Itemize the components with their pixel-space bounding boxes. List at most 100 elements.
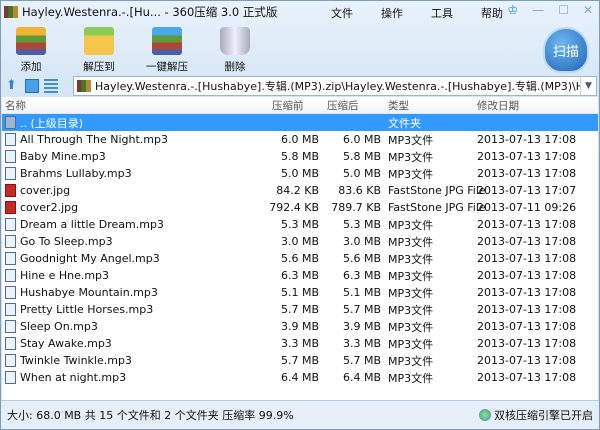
file-packed-size: 5.3 MB xyxy=(342,218,381,231)
file-packed-size: 5.6 MB xyxy=(342,252,381,265)
extract-to-button[interactable]: 解压到 xyxy=(73,27,125,74)
file-name: Stay Awake.mp3 xyxy=(20,337,112,350)
file-name: All Through The Night.mp3 xyxy=(20,133,168,146)
file-row[interactable]: Go To Sleep.mp3 3.0 MB 3.0 MB MP3文件 2013… xyxy=(2,233,598,250)
file-size: 5.7 MB xyxy=(280,303,319,316)
file-type: MP3文件 xyxy=(388,286,434,300)
file-name: Dream a little Dream.mp3 xyxy=(20,218,164,231)
file-date: 2013-07-11 09:26 xyxy=(477,201,577,214)
file-type: MP3文件 xyxy=(388,354,434,368)
file-name: Brahms Lullaby.mp3 xyxy=(20,167,132,180)
file-type: MP3文件 xyxy=(388,218,434,232)
extract-icon xyxy=(152,27,182,55)
file-date: 2013-07-13 17:08 xyxy=(477,167,577,180)
file-date: 2013-07-13 17:08 xyxy=(477,371,577,384)
file-name: Hushabye Mountain.mp3 xyxy=(20,286,158,299)
file-row[interactable]: Stay Awake.mp3 3.3 MB 3.3 MB MP3文件 2013-… xyxy=(2,335,598,352)
engine-icon xyxy=(479,409,491,421)
file-date: 2013-07-13 17:08 xyxy=(477,303,577,316)
file-date: 2013-07-13 17:08 xyxy=(477,269,577,282)
parent-dir-row[interactable]: .. (上级目录) 文件夹 xyxy=(2,114,598,131)
window-controls: ♔ — ☐ ✕ xyxy=(507,3,593,17)
file-row[interactable]: Goodnight My Angel.mp3 5.6 MB 5.6 MB MP3… xyxy=(2,250,598,267)
mp3-file-icon xyxy=(5,354,16,367)
engine-status: 双核压缩引擎已开启 xyxy=(479,407,593,423)
file-name: When at night.mp3 xyxy=(20,371,127,384)
menu-tools[interactable]: 工具 xyxy=(431,5,453,21)
scan-button[interactable]: 扫描 xyxy=(543,27,589,73)
jpg-file-icon xyxy=(5,201,16,214)
file-size: 5.3 MB xyxy=(280,218,319,231)
file-type: MP3文件 xyxy=(388,252,434,266)
file-type: MP3文件 xyxy=(388,133,434,147)
delete-button[interactable]: 删除 xyxy=(209,27,261,74)
mp3-file-icon xyxy=(5,269,16,282)
close-button[interactable]: ✕ xyxy=(583,3,593,17)
col-name[interactable]: 名称 xyxy=(2,98,264,113)
file-type: MP3文件 xyxy=(388,303,434,317)
file-size: 3.9 MB xyxy=(280,320,319,333)
file-row[interactable]: Twinkle Twinkle.mp3 5.7 MB 5.7 MB MP3文件 … xyxy=(2,352,598,369)
file-packed-size: 3.0 MB xyxy=(342,235,381,248)
file-date: 2013-07-13 17:08 xyxy=(477,133,577,146)
large-icon-view-icon[interactable] xyxy=(25,79,39,93)
col-type[interactable]: 类型 xyxy=(381,98,477,113)
menu-operate[interactable]: 操作 xyxy=(381,5,403,21)
file-type: MP3文件 xyxy=(388,235,434,249)
file-type: MP3文件 xyxy=(388,167,434,181)
maximize-button[interactable]: ☐ xyxy=(558,3,569,17)
mp3-file-icon xyxy=(5,252,16,265)
file-name: cover2.jpg xyxy=(20,201,79,214)
file-packed-size: 6.4 MB xyxy=(342,371,381,384)
file-type: FastStone JPG File xyxy=(388,184,486,197)
file-row[interactable]: All Through The Night.mp3 6.0 MB 6.0 MB … xyxy=(2,131,598,148)
file-row[interactable]: Dream a little Dream.mp3 5.3 MB 5.3 MB M… xyxy=(2,216,598,233)
list-view-icon[interactable] xyxy=(44,79,58,93)
col-date[interactable]: 修改日期 xyxy=(477,98,598,113)
path-dropdown-button[interactable]: ▼ xyxy=(580,77,596,95)
file-packed-size: 789.7 KB xyxy=(331,201,381,214)
list-header: 名称 压缩前 压缩后 类型 修改日期 xyxy=(2,97,598,114)
folder-icon xyxy=(84,27,114,55)
file-date: 2013-07-13 17:08 xyxy=(477,252,577,265)
col-size[interactable]: 压缩前 xyxy=(264,98,319,113)
file-row[interactable]: Brahms Lullaby.mp3 5.0 MB 5.0 MB MP3文件 2… xyxy=(2,165,598,182)
file-date: 2013-07-13 17:08 xyxy=(477,150,577,163)
file-size: 6.0 MB xyxy=(280,133,319,146)
file-row[interactable]: cover.jpg 84.2 KB 83.6 KB FastStone JPG … xyxy=(2,182,598,199)
file-row[interactable]: Hine e Hne.mp3 6.3 MB 6.3 MB MP3文件 2013-… xyxy=(2,267,598,284)
skin-icon[interactable]: ♔ xyxy=(507,3,518,17)
file-row[interactable]: Baby Mine.mp3 5.8 MB 5.8 MB MP3文件 2013-0… xyxy=(2,148,598,165)
minimize-button[interactable]: — xyxy=(532,3,544,17)
file-name: Baby Mine.mp3 xyxy=(20,150,106,163)
file-date: 2013-07-13 17:08 xyxy=(477,354,577,367)
path-input[interactable]: Hayley.Westenra.-.[Hushabye].专辑.(MP3).zi… xyxy=(73,76,597,96)
file-size: 6.4 MB xyxy=(280,371,319,384)
file-name: Pretty Little Horses.mp3 xyxy=(20,303,154,316)
file-row[interactable]: Pretty Little Horses.mp3 5.7 MB 5.7 MB M… xyxy=(2,301,598,318)
jpg-file-icon xyxy=(5,184,16,197)
file-name: Hine e Hne.mp3 xyxy=(20,269,110,282)
file-date: 2013-07-13 17:08 xyxy=(477,320,577,333)
address-bar: ⬆ Hayley.Westenra.-.[Hushabye].专辑.(MP3).… xyxy=(1,75,599,97)
mp3-file-icon xyxy=(5,167,16,180)
col-packed[interactable]: 压缩后 xyxy=(319,98,381,113)
file-size: 5.1 MB xyxy=(280,286,319,299)
file-size: 5.6 MB xyxy=(280,252,319,265)
file-type: MP3文件 xyxy=(388,150,434,164)
file-row[interactable]: Hushabye Mountain.mp3 5.1 MB 5.1 MB MP3文… xyxy=(2,284,598,301)
file-size: 6.3 MB xyxy=(280,269,319,282)
file-row[interactable]: Sleep On.mp3 3.9 MB 3.9 MB MP3文件 2013-07… xyxy=(2,318,598,335)
file-date: 2013-07-13 17:08 xyxy=(477,235,577,248)
status-summary: 大小: 68.0 MB 共 15 个文件和 2 个文件夹 压缩率 99.9% xyxy=(7,409,294,422)
up-arrow-icon[interactable]: ⬆ xyxy=(6,79,20,93)
file-row[interactable]: cover2.jpg 792.4 KB 789.7 KB FastStone J… xyxy=(2,199,598,216)
one-click-extract-button[interactable]: 一键解压 xyxy=(141,27,193,74)
menu-help[interactable]: 帮助 xyxy=(481,5,503,21)
add-button[interactable]: 添加 xyxy=(5,27,57,74)
menu-file[interactable]: 文件 xyxy=(331,5,353,21)
file-packed-size: 5.1 MB xyxy=(342,286,381,299)
mp3-file-icon xyxy=(5,286,16,299)
app-icon xyxy=(4,6,18,18)
file-row[interactable]: When at night.mp3 6.4 MB 6.4 MB MP3文件 20… xyxy=(2,369,598,386)
